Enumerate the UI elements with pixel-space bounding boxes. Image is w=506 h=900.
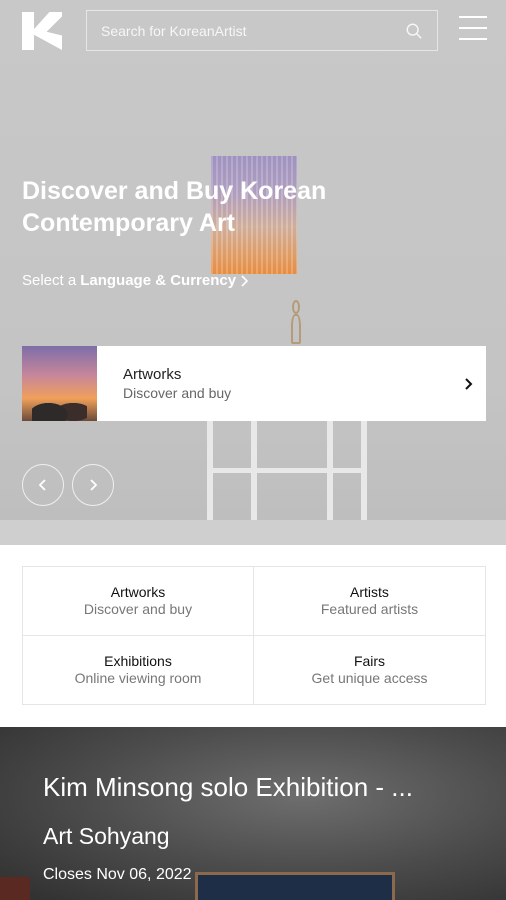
language-prefix: Select a [22,272,77,289]
exhibition-gallery: Art Sohyang [43,823,170,849]
carousel-next-button[interactable] [72,464,114,506]
category-title: Artworks [110,583,166,600]
hero-title: Discover and Buy Korean Contemporary Art [22,177,327,237]
category-title: Exhibitions [104,652,172,669]
category-subtitle: Get unique access [311,669,428,686]
language-link-label[interactable]: Language & Currency [80,272,236,289]
hero-sculpture-image [287,300,305,346]
hero-banner: Discover and Buy Korean Contemporary Art… [0,0,506,545]
exhibition-artwork-image [195,872,395,900]
category-exhibitions[interactable]: Exhibitions Online viewing room [23,635,254,704]
hero-floor [0,520,506,545]
exhibition-artwork-image [0,877,30,900]
category-artworks[interactable]: Artworks Discover and buy [23,567,254,636]
chevron-right-icon [241,274,249,287]
exhibition-closing-date: Closes Nov 06, 2022 [43,866,192,883]
carousel-prev-button[interactable] [22,464,64,506]
korean-artist-logo[interactable] [22,12,62,50]
search-icon[interactable] [405,22,423,40]
hamburger-menu-icon[interactable] [459,14,487,42]
search-input[interactable] [101,22,405,39]
feature-card-thumbnail [22,346,97,421]
hero-pedestal-image [207,420,367,520]
category-fairs[interactable]: Fairs Get unique access [254,636,485,705]
category-subtitle: Online viewing room [74,669,202,686]
feature-card-title: Artworks [123,365,182,383]
category-grid: Artworks Discover and buy Artists Featur… [22,566,486,705]
exhibition-title[interactable]: Kim Minsong solo Exhibition - ... [43,772,463,802]
category-subtitle: Featured artists [320,600,419,617]
category-title: Fairs [353,652,386,669]
category-subtitle: Discover and buy [83,600,193,617]
chevron-right-icon [90,479,98,491]
chevron-right-icon [465,377,473,390]
feature-card-subtitle: Discover and buy [123,384,232,401]
search-bar[interactable] [86,10,438,51]
feature-card-artworks[interactable]: Artworks Discover and buy [22,346,486,421]
language-currency-link[interactable]: Select a Language & Currency [22,272,250,289]
chevron-left-icon [38,479,46,491]
category-artists[interactable]: Artists Featured artists [254,567,485,636]
category-title: Artists [350,583,389,600]
